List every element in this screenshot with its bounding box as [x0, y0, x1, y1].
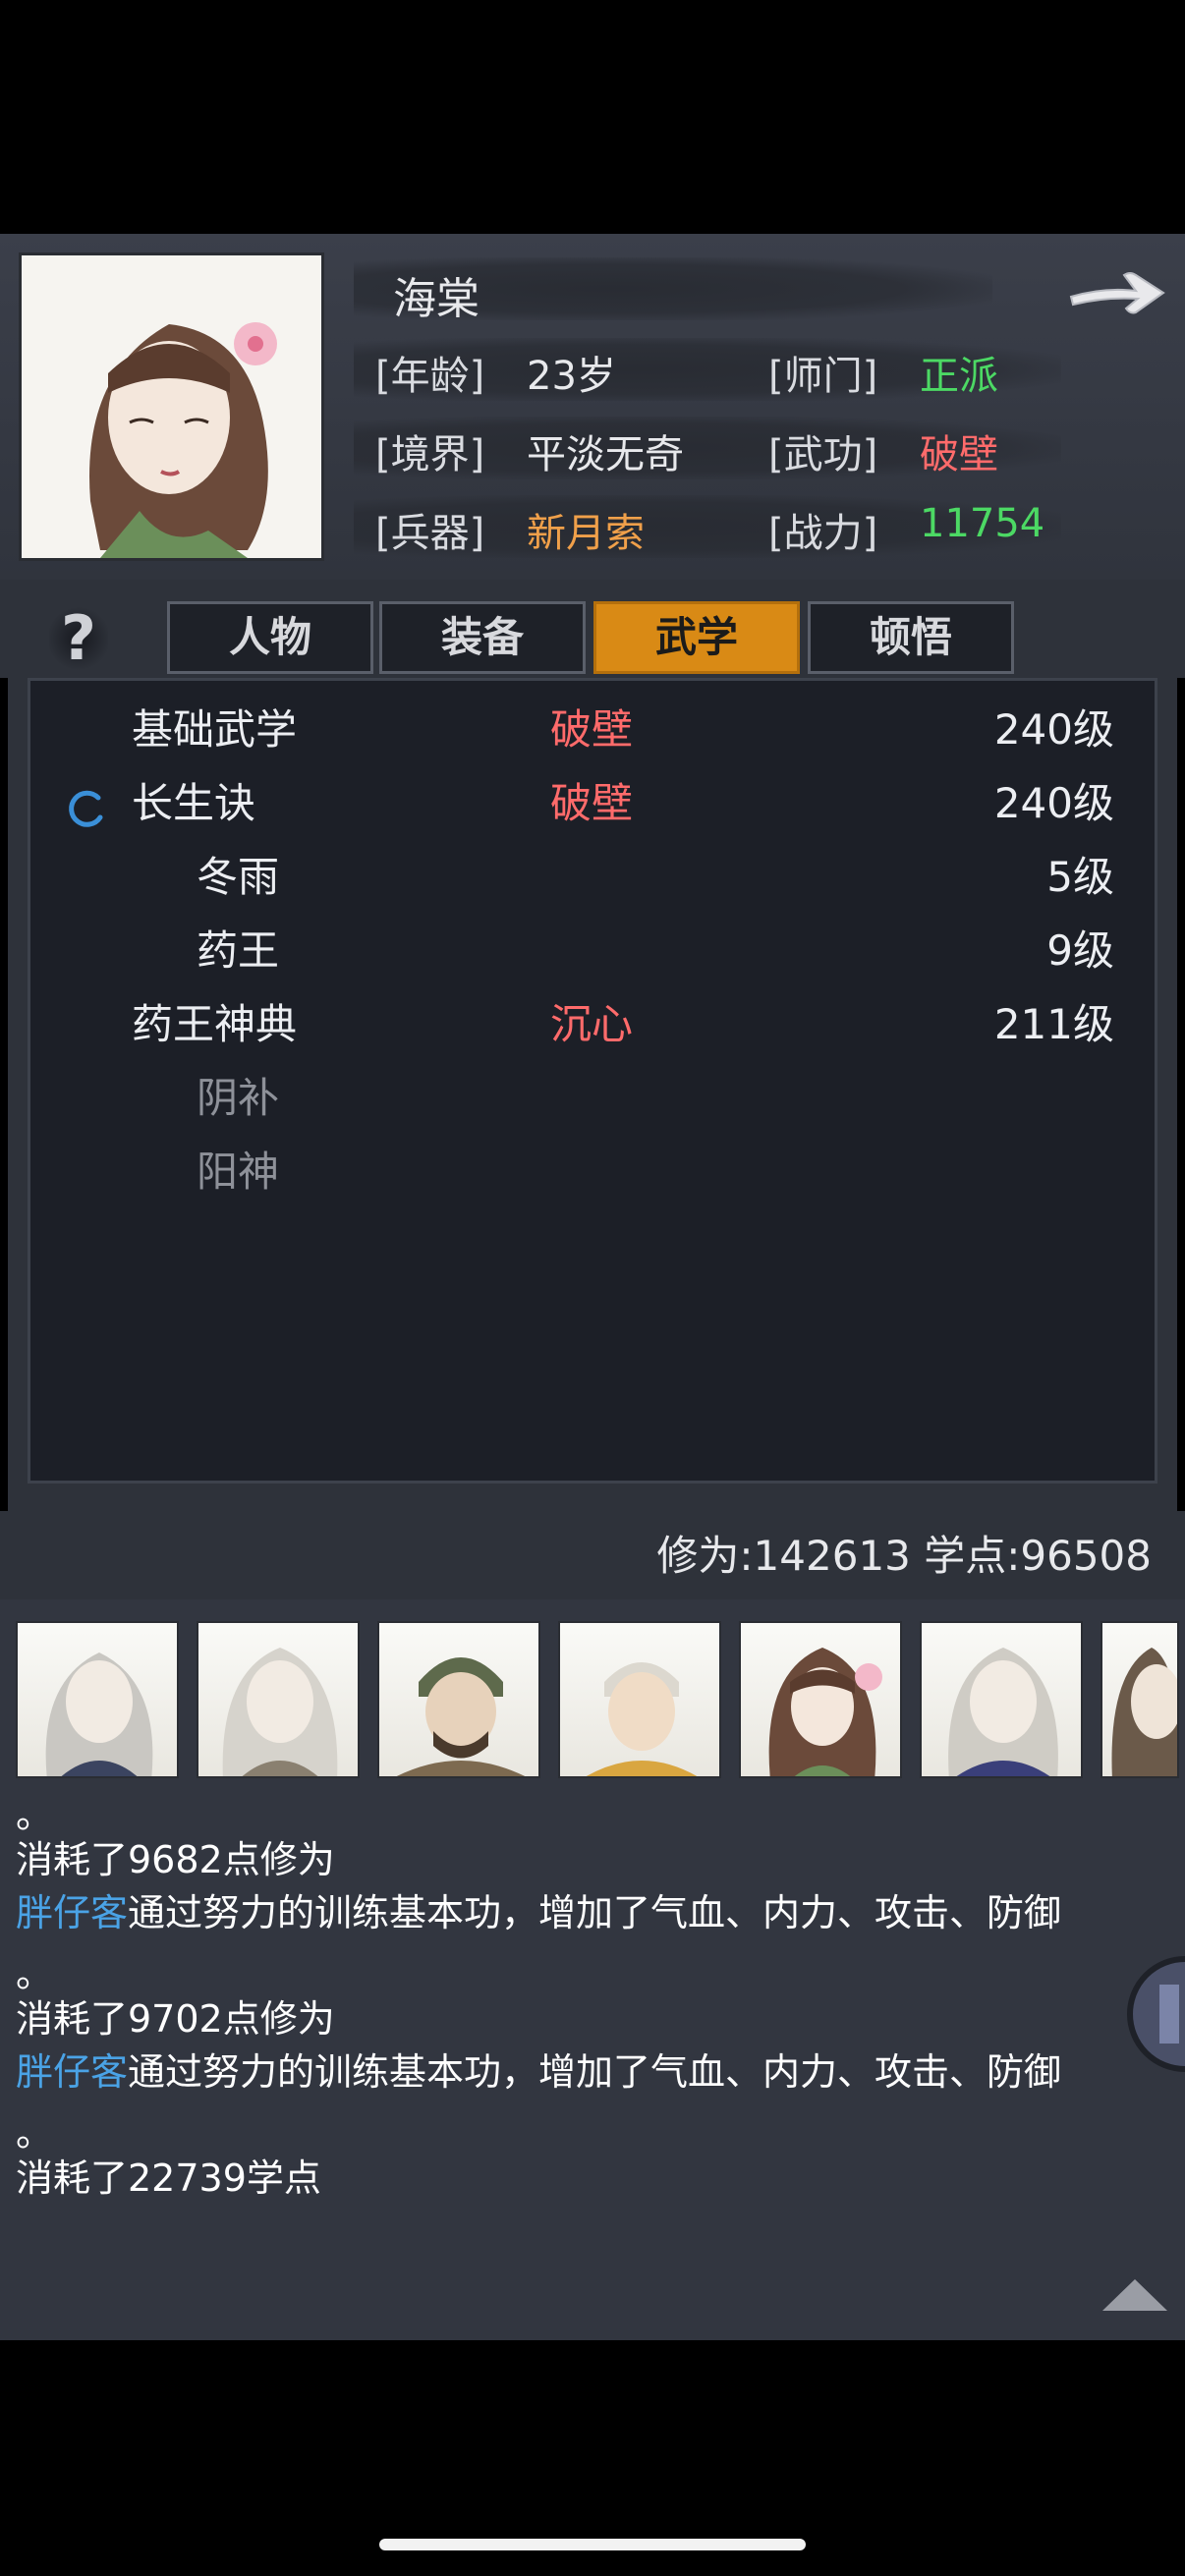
tab-character[interactable]: 人物	[167, 601, 373, 674]
skill-level: 9级	[1046, 926, 1114, 975]
skill-level: 240级	[993, 779, 1114, 827]
arrow-right-icon	[1069, 272, 1165, 314]
skill-level: 240级	[993, 705, 1114, 754]
sect-value: 正派	[920, 354, 998, 399]
age-value: 23岁	[527, 354, 616, 399]
tab-enlightenment[interactable]: 顿悟	[808, 601, 1014, 674]
realm-value: 平淡无奇	[527, 432, 684, 477]
home-indicator[interactable]	[379, 2539, 806, 2550]
power-value: 11754	[920, 501, 1045, 546]
skill-tier: 沉心	[550, 1000, 634, 1048]
log-text: 通过努力的训练基本功，增加了气血、内力、攻击、防御	[128, 1891, 1062, 1934]
skill-name: 阴补	[197, 1074, 280, 1122]
weapon-label: [兵器]	[375, 511, 485, 556]
skill-name: 冬雨	[197, 853, 280, 901]
log-text: 通过努力的训练基本功，增加了气血、内力、攻击、防御	[128, 2050, 1062, 2094]
companion-portrait[interactable]	[377, 1621, 540, 1778]
companion-portrait[interactable]	[16, 1621, 179, 1778]
weapon-value: 新月索	[527, 511, 645, 556]
companion-portrait[interactable]	[558, 1621, 721, 1778]
triangle-up-icon	[1102, 2279, 1167, 2311]
companion-portrait[interactable]	[739, 1621, 902, 1778]
skill-row[interactable]: 冬雨 5级	[39, 843, 1130, 912]
skill-name: 长生诀	[132, 779, 256, 827]
skill-row[interactable]: 阴补	[39, 1064, 1130, 1133]
martial-label: [武功]	[768, 432, 878, 477]
power-label: [战力]	[768, 511, 878, 556]
skill-row[interactable]: 阳神	[39, 1138, 1130, 1206]
skill-row[interactable]: 药王神典 沉心 211级	[39, 990, 1130, 1059]
help-button[interactable]: ?	[49, 604, 108, 673]
tab-equipment[interactable]: 装备	[379, 601, 586, 674]
portrait-illustration	[22, 255, 321, 558]
log-line: 消耗了9702点修为	[16, 1997, 335, 2041]
next-arrow-button[interactable]	[1065, 257, 1171, 324]
character-portrait	[22, 255, 321, 558]
cultivation-stats: 修为:142613 学点:96508	[656, 1532, 1152, 1580]
skill-row[interactable]: 药王 9级	[39, 917, 1130, 985]
side-menu-button[interactable]	[1120, 1955, 1185, 2073]
martial-value: 破壁	[920, 432, 998, 477]
scroll-up-button[interactable]	[1099, 2275, 1171, 2315]
skill-row[interactable]: 长生诀 破壁 240级	[39, 769, 1130, 838]
log-line: 胖仔客通过努力的训练基本功，增加了气血、内力、攻击、防御	[16, 2042, 1061, 2096]
skill-tier: 破壁	[550, 779, 634, 827]
skill-row[interactable]: 基础武学 破壁 240级	[39, 696, 1130, 764]
companion-portrait[interactable]	[920, 1621, 1083, 1778]
character-name: 海棠	[393, 274, 480, 324]
companion-portrait[interactable]	[1100, 1621, 1179, 1778]
active-spinner-icon	[65, 783, 108, 827]
skill-name: 药王	[197, 926, 280, 975]
log-line: 消耗了9682点修为	[16, 1838, 335, 1881]
realm-label: [境界]	[375, 432, 485, 477]
age-label: [年龄]	[375, 354, 485, 399]
log-line: 消耗了22739学点	[16, 2156, 321, 2200]
log-line: 胖仔客通过努力的训练基本功，增加了气血、内力、攻击、防御	[16, 1882, 1061, 1936]
skill-name: 阳神	[197, 1148, 280, 1196]
sect-label: [师门]	[768, 354, 878, 399]
character-link[interactable]: 胖仔客	[16, 1891, 128, 1934]
skill-name: 基础武学	[132, 705, 298, 754]
tab-martial-arts[interactable]: 武学	[593, 601, 800, 674]
companion-portrait[interactable]	[197, 1621, 360, 1778]
skill-level: 5级	[1046, 853, 1114, 901]
skill-name: 药王神典	[132, 1000, 298, 1048]
character-link[interactable]: 胖仔客	[16, 2050, 128, 2094]
skill-level: 211级	[993, 1000, 1114, 1048]
skill-tier: 破壁	[550, 705, 634, 754]
